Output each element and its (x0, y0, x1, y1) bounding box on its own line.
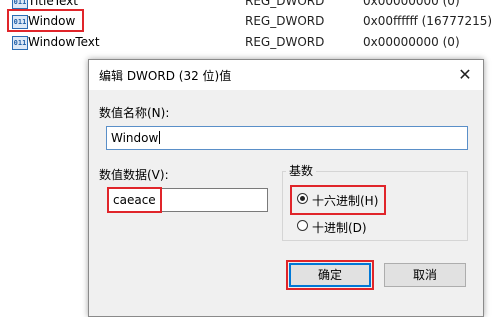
base-label: 基数 (286, 162, 317, 179)
registry-row-type: REG_DWORD (245, 35, 325, 49)
dialog-titlebar[interactable]: 编辑 DWORD (32 位)值 ✕ (89, 60, 483, 90)
close-icon[interactable]: ✕ (453, 63, 477, 87)
registry-row-value: 0x00ffffff (16777215) (363, 14, 493, 28)
registry-row-value: 0x00000000 (0) (363, 0, 460, 8)
dialog-title: 编辑 DWORD (32 位)值 (99, 69, 232, 83)
value-data-label: 数值数据(V): (99, 168, 169, 182)
radio-decimal-label: 十进制(D) (312, 221, 367, 235)
value-name-text: Window (111, 131, 159, 145)
registry-row-type: REG_DWORD (245, 0, 325, 8)
text-caret (159, 131, 161, 144)
ok-button-highlight (286, 260, 374, 290)
registry-row-name: WindowText (28, 35, 100, 49)
dword-value-icon: 011 (12, 0, 28, 9)
value-name-field[interactable]: Window (106, 126, 468, 150)
cancel-button[interactable]: 取消 (384, 263, 466, 287)
value-data-highlight (107, 187, 162, 213)
registry-row-windowtext[interactable]: 011 WindowText REG_DWORD 0x00000000 (0) (0, 33, 496, 53)
registry-row-value: 0x00000000 (0) (363, 35, 460, 49)
registry-row-type: REG_DWORD (245, 14, 325, 28)
registry-row-name: TitleText (28, 0, 78, 8)
hexadecimal-highlight (290, 185, 386, 215)
value-name-label: 数值名称(N): (99, 106, 170, 120)
dword-value-icon: 011 (12, 36, 28, 50)
radio-decimal[interactable]: 十进制(D) (297, 219, 387, 235)
window-row-highlight (7, 9, 84, 32)
radio-unchecked-icon (297, 220, 308, 231)
edit-dword-dialog: 编辑 DWORD (32 位)值 ✕ 数值名称(N): Window 数值数据(… (88, 59, 484, 317)
